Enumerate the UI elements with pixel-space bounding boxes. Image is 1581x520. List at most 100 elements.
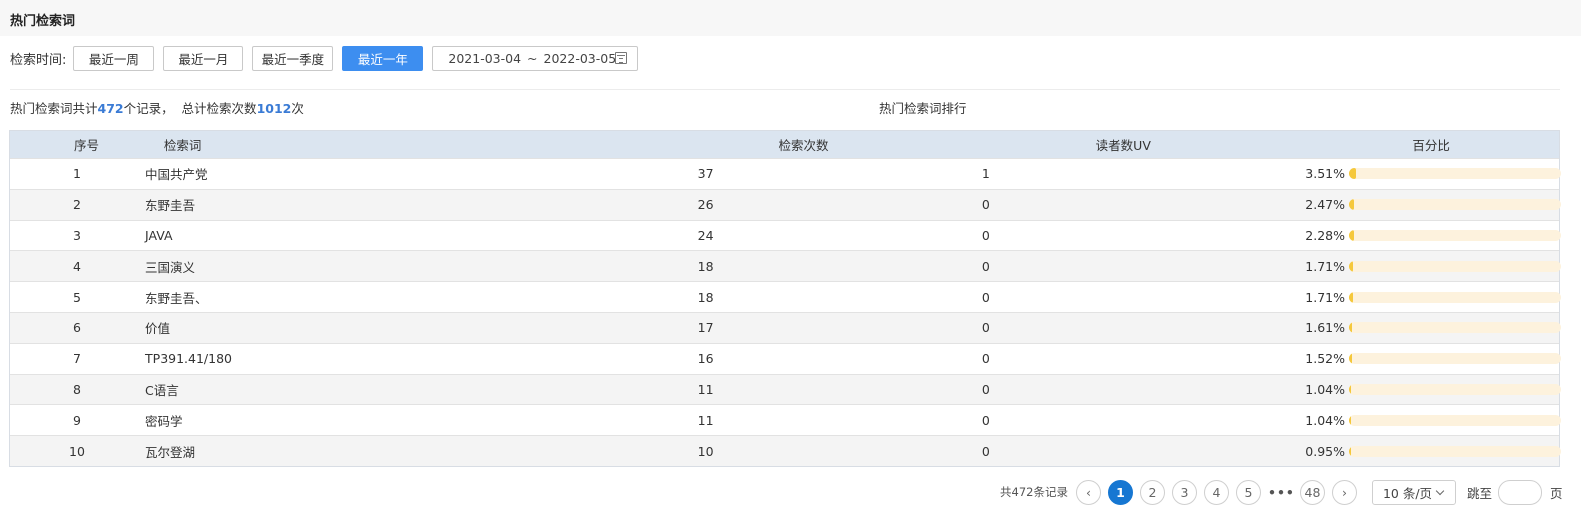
row-term: 三国演义 bbox=[145, 259, 196, 275]
row-uv: 0 bbox=[981, 320, 990, 336]
divider bbox=[10, 89, 1560, 90]
row-term: TP391.41/180 bbox=[145, 351, 232, 367]
percent-bar-fill bbox=[1349, 322, 1353, 334]
title-bar: 热门检索词 bbox=[0, 0, 1581, 36]
row-count: 26 bbox=[697, 197, 714, 213]
row-index: 8 bbox=[73, 381, 81, 397]
time-filter: 检索时间: 最近一周 最近一月 最近一季度 最近一年 2021-03-04 ~ … bbox=[10, 45, 639, 71]
row-percent-bar bbox=[1345, 353, 1561, 365]
percent-bar-fill bbox=[1349, 353, 1353, 365]
page-button-5[interactable]: 5 bbox=[1235, 479, 1261, 505]
row-term: 东野圭吾、 bbox=[145, 290, 208, 306]
row-percent-bar bbox=[1345, 291, 1561, 303]
row-count: 17 bbox=[697, 320, 714, 336]
range-button-year[interactable]: 最近一年 bbox=[342, 45, 424, 71]
row-count: 10 bbox=[697, 443, 714, 459]
percent-bar-fill bbox=[1349, 414, 1352, 426]
search-total: 1012 bbox=[256, 101, 292, 116]
row-uv: 0 bbox=[981, 412, 990, 428]
summary-text: 热门检索词共计472个记录， 总计检索次数1012次 bbox=[10, 98, 304, 117]
page-button-3[interactable]: 3 bbox=[1171, 479, 1197, 505]
date-range-picker[interactable]: 2021-03-04 ~ 2022-03-05 bbox=[432, 45, 639, 71]
range-button-quarter[interactable]: 最近一季度 bbox=[252, 45, 334, 71]
table-row: 7 TP391.41/180 16 0 1.52% bbox=[10, 342, 1561, 374]
row-count: 11 bbox=[697, 412, 714, 428]
percent-bar-track bbox=[1349, 229, 1561, 241]
row-term: 东野圭吾 bbox=[145, 198, 196, 214]
row-percent-bar bbox=[1345, 445, 1561, 457]
percent-bar-fill bbox=[1349, 383, 1352, 395]
table-row: 4 三国演义 18 0 1.71% bbox=[10, 250, 1561, 282]
row-uv: 0 bbox=[981, 381, 990, 397]
page-size-value: 10 条/页 bbox=[1382, 485, 1433, 501]
range-button-week[interactable]: 最近一周 bbox=[73, 45, 155, 71]
row-uv: 0 bbox=[981, 258, 990, 274]
row-index: 6 bbox=[73, 320, 81, 336]
percent-bar-fill bbox=[1349, 229, 1354, 241]
percent-bar-track bbox=[1349, 445, 1561, 457]
row-percent: 3.51% bbox=[1305, 166, 1345, 182]
percent-bar-track bbox=[1349, 199, 1561, 211]
row-percent: 1.71% bbox=[1305, 258, 1345, 274]
table-row: 1 中国共产党 37 1 3.51% bbox=[10, 158, 1561, 189]
row-uv: 0 bbox=[981, 197, 990, 213]
percent-bar-track bbox=[1349, 260, 1561, 272]
row-term: 瓦尔登湖 bbox=[145, 444, 196, 460]
row-term: JAVA bbox=[145, 227, 173, 243]
record-count: 472 bbox=[97, 101, 124, 116]
jump-page-input[interactable] bbox=[1497, 479, 1542, 505]
jump-label: 跳至 bbox=[1466, 485, 1492, 501]
row-percent: 0.95% bbox=[1305, 443, 1345, 459]
percent-bar-track bbox=[1349, 383, 1561, 395]
percent-bar-fill bbox=[1349, 168, 1357, 180]
percent-bar-track bbox=[1349, 322, 1561, 334]
range-button-month[interactable]: 最近一月 bbox=[163, 45, 244, 71]
table-row: 6 价值 17 0 1.61% bbox=[10, 311, 1561, 343]
page-ellipsis[interactable]: ••• bbox=[1268, 485, 1294, 500]
row-percent-bar bbox=[1345, 322, 1561, 334]
row-percent: 1.04% bbox=[1305, 412, 1345, 428]
page-size-select[interactable]: 10 条/页 bbox=[1371, 479, 1456, 505]
chevron-right-icon[interactable]: › bbox=[1331, 479, 1357, 505]
row-percent-bar bbox=[1345, 260, 1561, 272]
calendar-icon[interactable] bbox=[615, 51, 628, 64]
percent-bar-fill bbox=[1349, 199, 1355, 211]
summary-middle: 个记录， 总计检索次数 bbox=[123, 101, 257, 116]
row-term: 价值 bbox=[145, 321, 171, 337]
chevron-left-icon[interactable]: ‹ bbox=[1075, 479, 1101, 505]
rank-title: 热门检索词排行 bbox=[879, 101, 967, 116]
page-button-1[interactable]: 1 bbox=[1107, 479, 1133, 505]
row-uv: 0 bbox=[981, 227, 990, 243]
column-header-uv: 读者数UV bbox=[1095, 138, 1151, 153]
column-header-count: 检索次数 bbox=[778, 138, 829, 153]
column-header-index: 序号 bbox=[73, 138, 99, 153]
row-term: C语言 bbox=[145, 382, 179, 398]
table-row: 2 东野圭吾 26 0 2.47% bbox=[10, 188, 1561, 220]
pagination: 共472条记录 ‹ 1 2 3 4 5 ••• 48 › 10 条/页 跳至 页 bbox=[1000, 479, 1562, 505]
table-row: 10 瓦尔登湖 10 0 0.95% bbox=[10, 435, 1561, 466]
row-term: 密码学 bbox=[145, 413, 183, 429]
percent-bar-track bbox=[1349, 353, 1561, 365]
page-unit-label: 页 bbox=[1549, 485, 1563, 501]
row-percent: 1.71% bbox=[1305, 289, 1345, 305]
date-start: 2021-03-04 bbox=[448, 50, 522, 66]
row-uv: 1 bbox=[981, 166, 990, 182]
row-percent-bar bbox=[1345, 168, 1561, 180]
row-index: 10 bbox=[69, 443, 85, 459]
row-count: 18 bbox=[697, 258, 714, 274]
row-percent: 1.04% bbox=[1305, 381, 1345, 397]
time-filter-label: 检索时间: bbox=[10, 52, 67, 68]
pagination-total: 共472条记录 bbox=[1000, 485, 1068, 499]
page-button-last[interactable]: 48 bbox=[1299, 479, 1325, 505]
row-index: 7 bbox=[73, 351, 81, 367]
row-count: 11 bbox=[697, 381, 714, 397]
page-button-2[interactable]: 2 bbox=[1139, 479, 1165, 505]
column-header-percent: 百分比 bbox=[1412, 138, 1450, 153]
row-count: 18 bbox=[697, 289, 714, 305]
summary-prefix: 热门检索词共计 bbox=[10, 101, 98, 116]
percent-bar-fill bbox=[1349, 445, 1351, 457]
row-percent: 1.52% bbox=[1305, 351, 1345, 367]
date-separator: ~ bbox=[527, 50, 538, 66]
row-percent-bar bbox=[1345, 229, 1561, 241]
page-button-4[interactable]: 4 bbox=[1203, 479, 1229, 505]
